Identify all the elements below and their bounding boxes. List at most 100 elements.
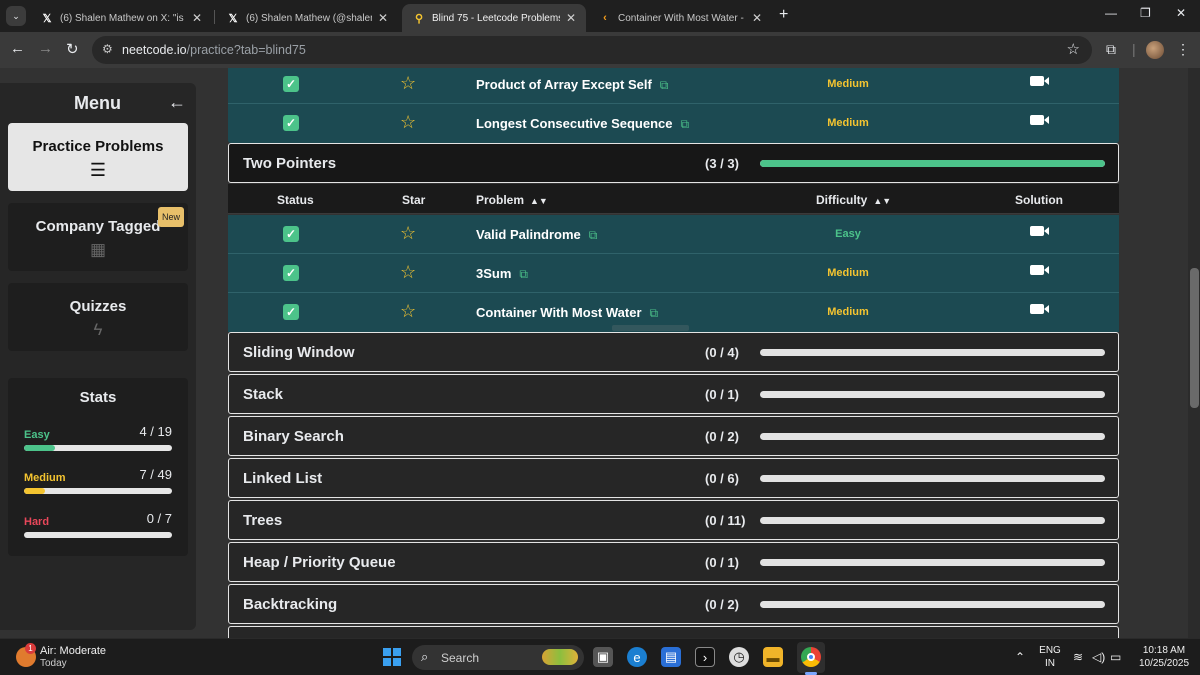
problem-link[interactable]: Container With Most Water ⧉ <box>476 305 658 321</box>
status-checkbox[interactable]: ✓ <box>283 76 299 92</box>
stat-count: 4 / 19 <box>139 424 172 439</box>
profile-avatar[interactable] <box>1146 41 1164 59</box>
category-progress-fill <box>760 160 1105 167</box>
problem-list: ✓ ☆ Product of Array Except Self ⧉ Medium… <box>228 68 1119 638</box>
windows-start-icon[interactable] <box>383 648 401 666</box>
problem-link[interactable]: 3Sum ⧉ <box>476 266 528 282</box>
video-icon[interactable] <box>1030 226 1049 236</box>
terminal-icon[interactable]: › <box>695 647 715 667</box>
chrome-icon[interactable] <box>801 647 821 667</box>
close-tab-icon[interactable]: ✕ <box>378 11 388 25</box>
difficulty-label: Medium <box>827 117 869 129</box>
browser-tab-1[interactable]: 𝕏 (6) Shalen Mathew on X: "is @n ✕ <box>30 4 212 32</box>
category-next-partial[interactable] <box>228 626 1119 638</box>
sidebar-item-company-tagged[interactable]: Company Tagged ▦ New <box>8 203 188 271</box>
category-backtracking[interactable]: Backtracking (0 / 2) <box>228 584 1119 624</box>
browser-tab-bar: ⌄ 𝕏 (6) Shalen Mathew on X: "is @n ✕ 𝕏 (… <box>0 0 1200 32</box>
collapse-arrow-icon[interactable]: ← <box>168 92 186 113</box>
edge-icon[interactable]: e <box>627 647 647 667</box>
address-bar[interactable]: ⚙ neetcode.io/practice?tab=blind75 ☆ <box>92 36 1092 64</box>
tab-title: (6) Shalen Mathew on X: "is @n <box>60 12 186 24</box>
category-linked-list[interactable]: Linked List (0 / 6) <box>228 458 1119 498</box>
close-tab-icon[interactable]: ✕ <box>192 11 202 25</box>
building-icon: ▦ <box>89 240 107 259</box>
category-heap-priority-queue[interactable]: Heap / Priority Queue (0 / 1) <box>228 542 1119 582</box>
chevron-up-icon[interactable]: ⌃ <box>1015 650 1025 664</box>
external-link-icon: ⧉ <box>519 267 528 281</box>
weather-title[interactable]: Air: Moderate <box>40 645 106 657</box>
new-tab-plus-icon[interactable]: + <box>779 6 788 24</box>
battery-icon[interactable]: ▭ <box>1110 650 1121 664</box>
external-link-icon: ⧉ <box>649 306 659 320</box>
sidebar-item-quizzes[interactable]: Quizzes ϟ <box>8 283 188 351</box>
status-checkbox[interactable]: ✓ <box>283 115 299 131</box>
category-progress-bar <box>760 391 1105 398</box>
more-menu-icon[interactable]: ⋮ <box>1176 41 1190 58</box>
star-icon[interactable]: ☆ <box>400 302 416 320</box>
browser-tab-3-active[interactable]: ⚲ Blind 75 - Leetcode Problems w ✕ <box>402 4 586 32</box>
close-tab-icon[interactable]: ✕ <box>752 11 762 25</box>
header-difficulty-sort[interactable]: Difficulty ▲▼ <box>816 193 891 207</box>
video-icon[interactable] <box>1030 76 1049 86</box>
star-icon[interactable]: ☆ <box>400 224 416 242</box>
wifi-icon[interactable]: ≋ <box>1073 650 1083 664</box>
close-window-icon[interactable]: ✕ <box>1176 6 1186 20</box>
search-icon: ⌕ <box>421 649 429 664</box>
forward-arrow-icon[interactable]: → <box>38 40 53 57</box>
stat-count: 0 / 7 <box>146 511 172 526</box>
sidebar-item-practice-problems[interactable]: Practice Problems ☰ <box>8 123 188 191</box>
star-icon[interactable]: ☆ <box>400 263 416 281</box>
tab-search-chevron-icon[interactable]: ⌄ <box>6 6 26 26</box>
category-two-pointers[interactable]: Two Pointers (3 / 3) <box>228 143 1119 183</box>
task-view-icon[interactable]: ▣ <box>593 647 613 667</box>
x-logo-icon: 𝕏 <box>228 12 238 25</box>
video-icon[interactable] <box>1030 115 1049 125</box>
video-icon[interactable] <box>1030 304 1049 314</box>
star-icon[interactable]: ☆ <box>400 113 416 131</box>
stat-progress-fill <box>24 488 46 494</box>
external-link-icon: ⧉ <box>680 117 690 131</box>
extensions-puzzle-icon[interactable]: ⧉ <box>1106 41 1116 58</box>
category-name: Sliding Window <box>243 344 355 361</box>
reload-icon[interactable]: ↻ <box>66 40 79 58</box>
category-stack[interactable]: Stack (0 / 1) <box>228 374 1119 414</box>
category-progress-bar <box>760 559 1105 566</box>
bookmark-star-icon[interactable]: ☆ <box>1067 40 1080 58</box>
restore-icon[interactable]: ❐ <box>1140 6 1151 20</box>
video-icon[interactable] <box>1030 265 1049 275</box>
status-checkbox[interactable]: ✓ <box>283 226 299 242</box>
taskbar-search[interactable]: ⌕ Search <box>412 645 584 670</box>
status-checkbox[interactable]: ✓ <box>283 304 299 320</box>
browser-tab-2[interactable]: 𝕏 (6) Shalen Mathew (@shalenma ✕ <box>216 4 398 32</box>
list-icon: ☰ <box>89 160 107 180</box>
site-settings-icon[interactable]: ⚙ <box>102 42 113 56</box>
category-trees[interactable]: Trees (0 / 11) <box>228 500 1119 540</box>
category-progress-text: (0 / 1) <box>705 555 739 570</box>
language-indicator[interactable]: ENG <box>1038 645 1062 656</box>
status-checkbox[interactable]: ✓ <box>283 265 299 281</box>
category-name: Linked List <box>243 470 323 487</box>
category-sliding-window[interactable]: Sliding Window (0 / 4) <box>228 332 1119 372</box>
stat-progress-bar <box>24 488 172 494</box>
star-icon[interactable]: ☆ <box>400 74 416 92</box>
scrollbar-thumb[interactable] <box>1190 268 1199 408</box>
category-progress-text: (0 / 2) <box>705 429 739 444</box>
clock-time[interactable]: 10:18 AM <box>1132 645 1196 656</box>
category-progress-bar <box>760 160 1105 167</box>
file-explorer-icon[interactable]: ▬ <box>763 647 783 667</box>
header-problem-sort[interactable]: Problem ▲▼ <box>476 193 548 207</box>
problem-link[interactable]: Product of Array Except Self ⧉ <box>476 77 668 93</box>
hover-drag-indicator <box>612 325 689 331</box>
problem-link[interactable]: Valid Palindrome ⧉ <box>476 227 597 243</box>
header-star: Star <box>402 193 426 207</box>
minimize-icon[interactable]: — <box>1105 6 1117 20</box>
category-progress-bar <box>760 433 1105 440</box>
category-binary-search[interactable]: Binary Search (0 / 2) <box>228 416 1119 456</box>
close-tab-icon[interactable]: ✕ <box>566 11 576 25</box>
browser-tab-4[interactable]: ‹ Container With Most Water - Le ✕ <box>588 4 772 32</box>
clock-app-icon[interactable]: ◷ <box>729 647 749 667</box>
volume-icon[interactable]: ◁) <box>1092 650 1105 664</box>
store-icon[interactable]: ▤ <box>661 647 681 667</box>
problem-link[interactable]: Longest Consecutive Sequence ⧉ <box>476 116 689 132</box>
back-arrow-icon[interactable]: ← <box>10 40 25 57</box>
